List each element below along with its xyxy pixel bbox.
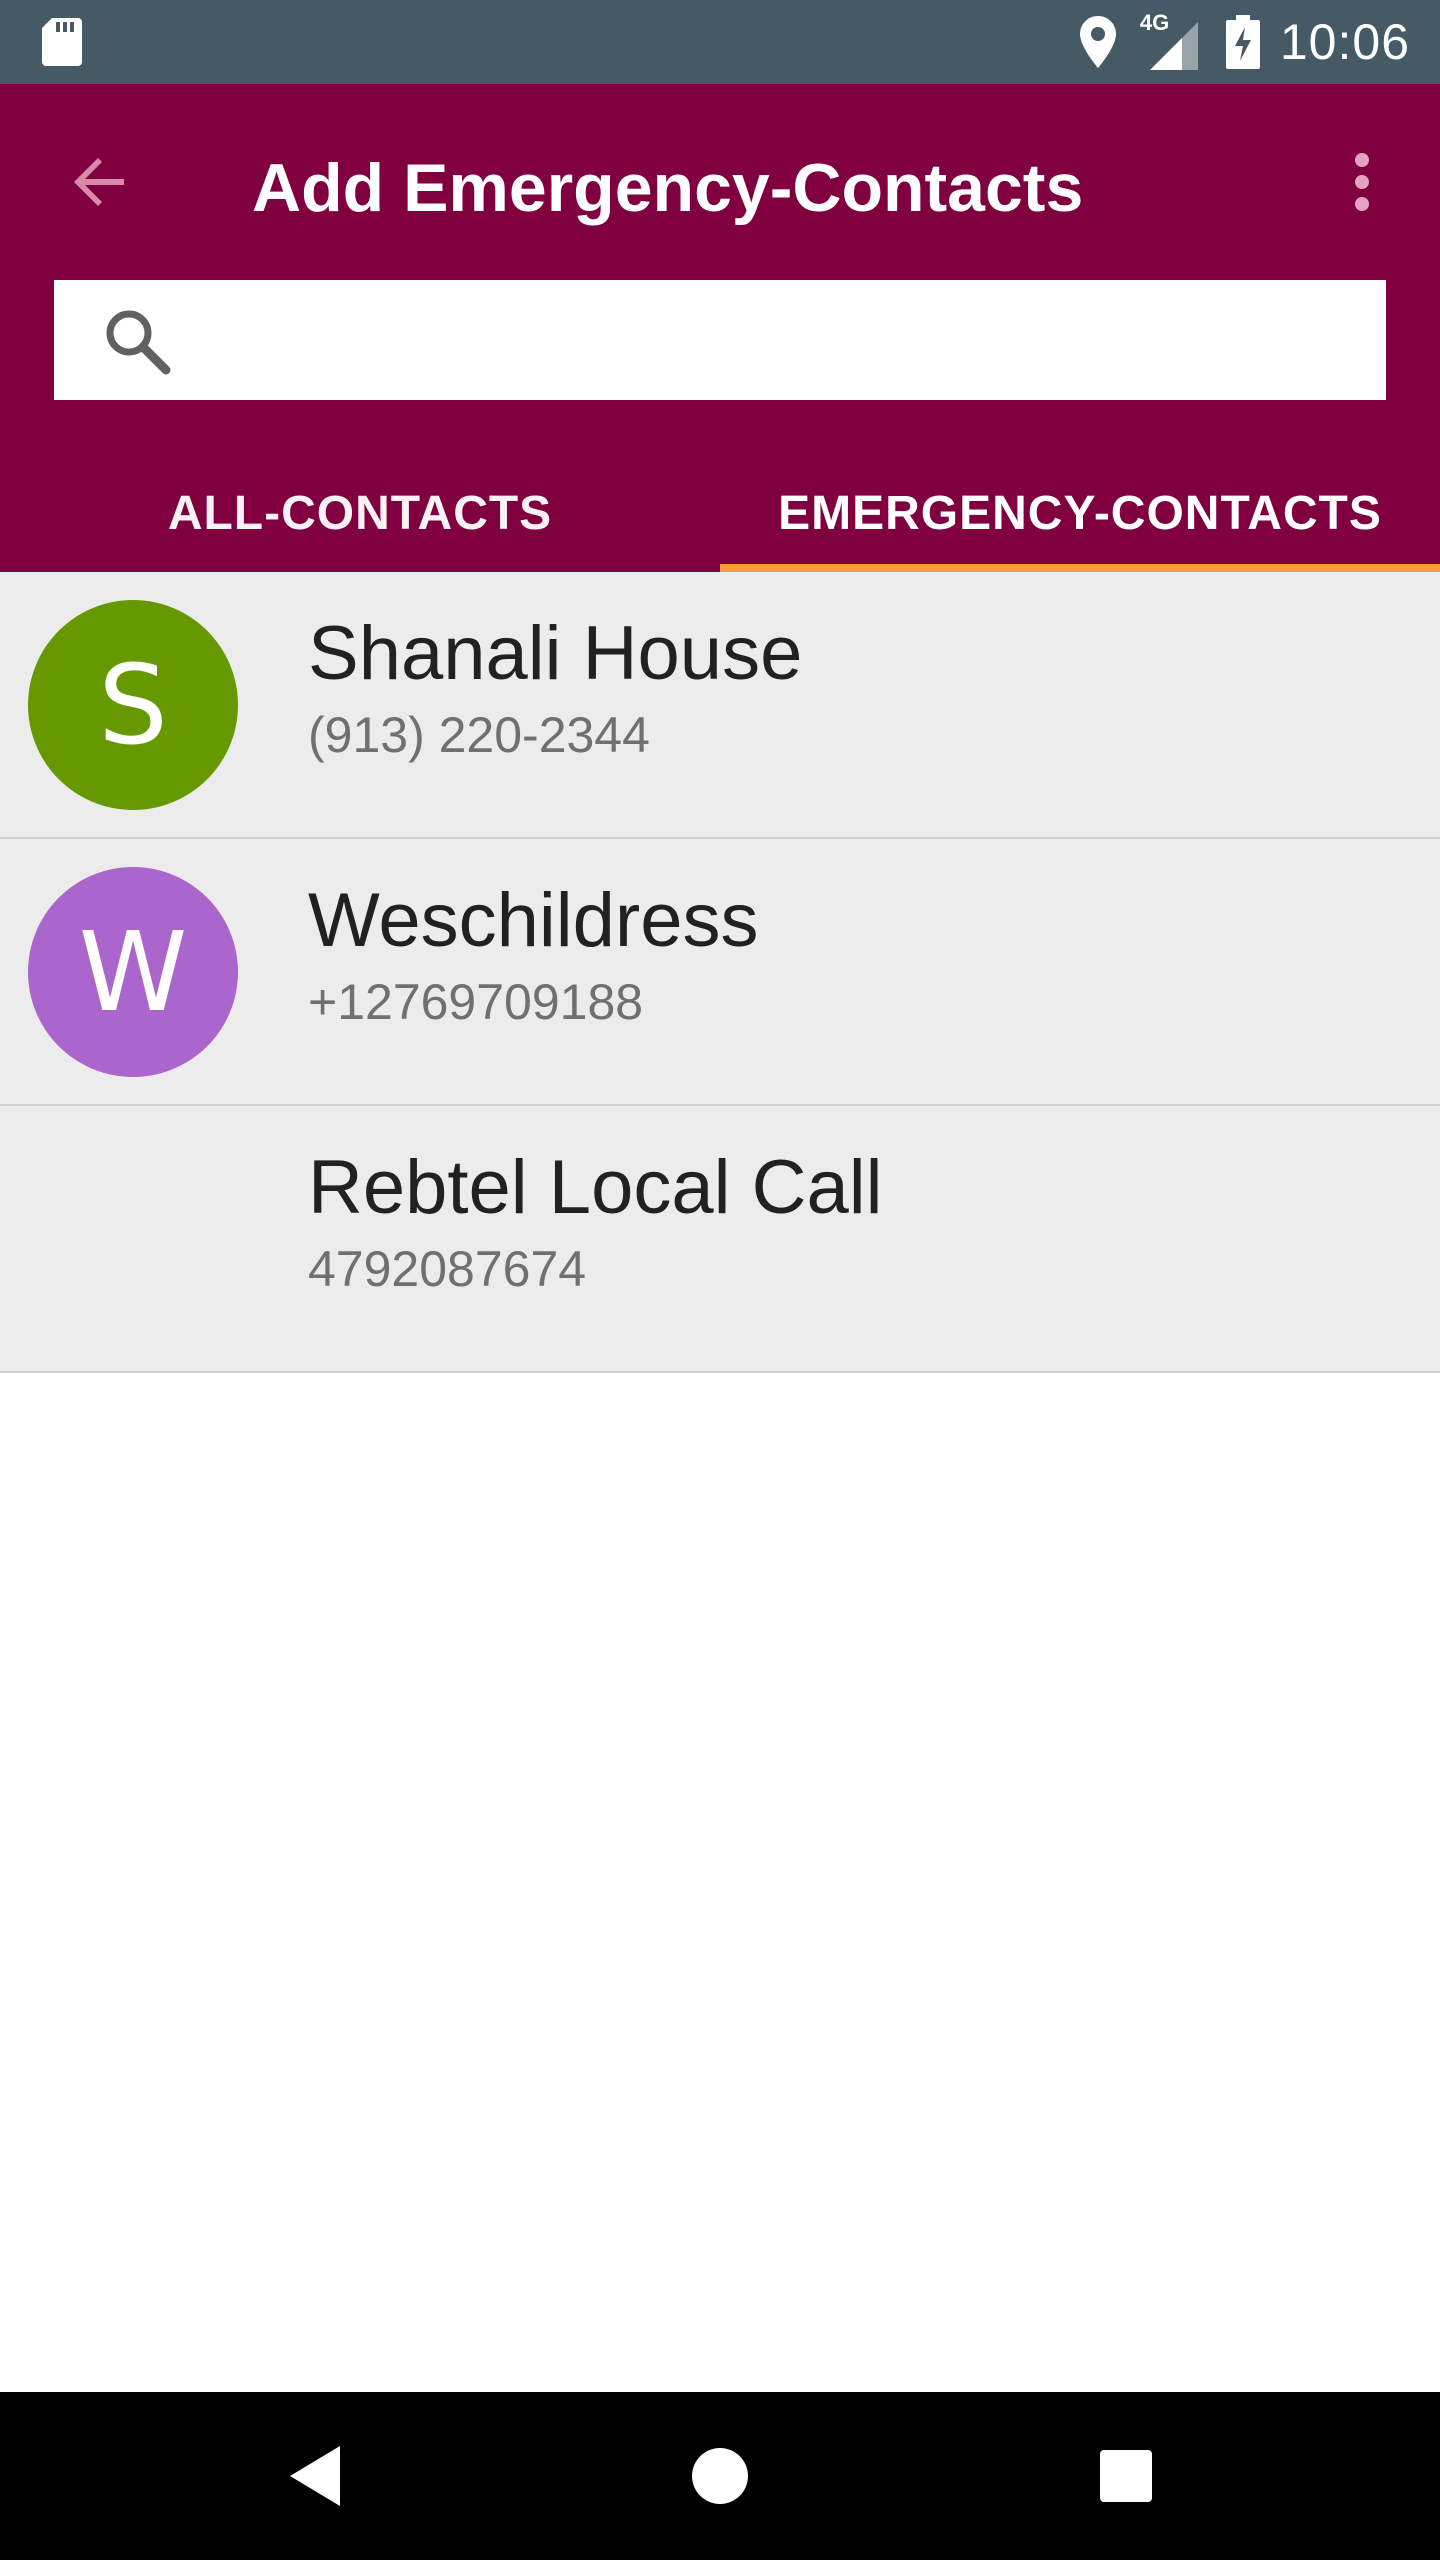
sd-card-icon (42, 18, 82, 66)
location-icon (1079, 16, 1116, 68)
page-title: Add Emergency-Contacts (252, 150, 1084, 226)
back-button[interactable] (52, 134, 148, 230)
navigation-bar (0, 2392, 1440, 2560)
app-bar: Add Emergency-Contacts ALL-CONTACTS EMER… (0, 84, 1440, 572)
tab-label: EMERGENCY-CONTACTS (778, 486, 1382, 540)
nav-recents-icon (1100, 2450, 1152, 2502)
signal-icon: 4G (1140, 10, 1202, 70)
network-label: 4G (1139, 10, 1170, 35)
status-bar: 4G 10:06 (0, 0, 1440, 84)
tab-label: ALL-CONTACTS (167, 486, 553, 540)
arrow-back-icon (74, 158, 124, 206)
battery-charging-icon (1225, 15, 1260, 69)
list-item[interactable]: W Weschildress +12769709188 (0, 839, 1440, 1106)
nav-home-button[interactable] (670, 2426, 770, 2526)
tab-selected-indicator (720, 564, 1440, 572)
contact-phone: 4792087674 (308, 1241, 587, 1297)
list-item[interactable]: Rebtel Local Call 4792087674 (0, 1106, 1440, 1373)
avatar-initial: W (78, 908, 188, 1036)
contact-phone: +12769709188 (308, 974, 644, 1030)
tab-bar: ALL-CONTACTS EMERGENCY-CONTACTS (0, 454, 1440, 572)
nav-back-icon (290, 2446, 340, 2506)
search-bar[interactable] (54, 280, 1386, 400)
search-input[interactable] (204, 280, 1364, 400)
list-item[interactable]: S Shanali House (913) 220-2344 (0, 572, 1440, 839)
avatar: W (28, 867, 238, 1077)
avatar: S (28, 600, 238, 810)
avatar-initial: S (98, 641, 168, 769)
contact-name: Shanali House (308, 611, 803, 696)
contact-phone: (913) 220-2344 (308, 707, 650, 763)
contact-list: S Shanali House (913) 220-2344 W Weschil… (0, 572, 1440, 1373)
overflow-menu-button[interactable] (1324, 134, 1400, 230)
search-icon (106, 310, 171, 375)
tab-emergency-contacts[interactable]: EMERGENCY-CONTACTS (720, 454, 1440, 572)
clock: 10:06 (1279, 14, 1410, 70)
contact-name: Weschildress (308, 878, 759, 963)
nav-back-button[interactable] (266, 2426, 366, 2526)
more-vert-icon (1355, 153, 1369, 211)
status-icons: 4G 10:06 (1079, 0, 1410, 84)
contact-name: Rebtel Local Call (308, 1145, 883, 1230)
nav-recents-button[interactable] (1076, 2426, 1176, 2526)
screen: 4G 10:06 Add Emergency-Contacts ALL-CONT… (0, 0, 1440, 2560)
tab-all-contacts[interactable]: ALL-CONTACTS (0, 454, 720, 572)
nav-home-icon (692, 2448, 748, 2504)
